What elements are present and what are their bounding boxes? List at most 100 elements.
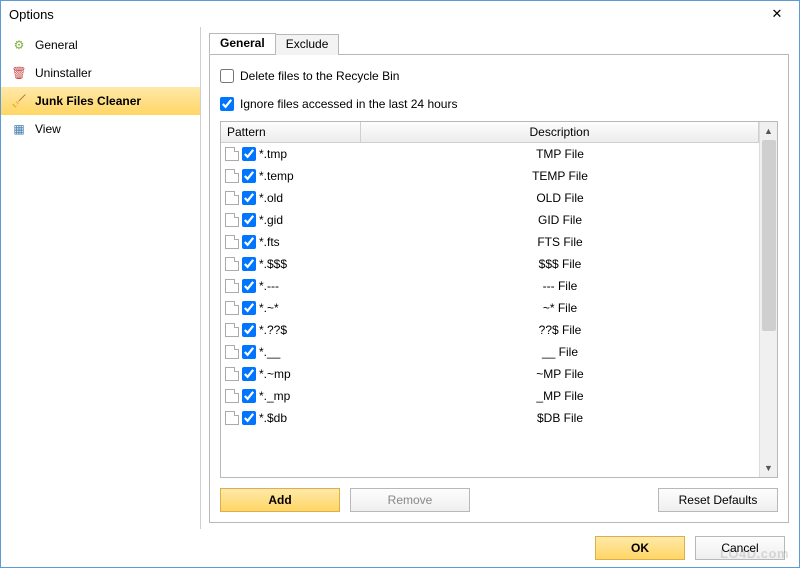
cell-description: GID File bbox=[361, 213, 759, 227]
cancel-button[interactable]: Cancel bbox=[695, 536, 785, 560]
pattern-text: *.--- bbox=[259, 279, 279, 293]
row-checkbox[interactable] bbox=[242, 301, 256, 315]
row-checkbox[interactable] bbox=[242, 191, 256, 205]
cell-pattern: *.__ bbox=[221, 345, 361, 359]
sidebar-item-label: General bbox=[35, 38, 78, 52]
reset-defaults-button[interactable]: Reset Defaults bbox=[658, 488, 778, 512]
cell-description: TMP File bbox=[361, 147, 759, 161]
junk-files-cleaner-icon: 🧹 bbox=[11, 93, 27, 109]
table-row[interactable]: *._mp_MP File bbox=[221, 385, 759, 407]
row-checkbox[interactable] bbox=[242, 345, 256, 359]
file-icon bbox=[225, 301, 239, 315]
cell-pattern: *._mp bbox=[221, 389, 361, 403]
row-checkbox[interactable] bbox=[242, 169, 256, 183]
table-row[interactable]: *.gid GID File bbox=[221, 209, 759, 231]
spacer bbox=[480, 488, 648, 512]
sidebar-item-uninstaller[interactable]: 🗑Uninstaller bbox=[1, 59, 200, 87]
row-checkbox[interactable] bbox=[242, 411, 256, 425]
table-row[interactable]: *.--- --- File bbox=[221, 275, 759, 297]
sidebar: ⚙General🗑Uninstaller 🧹 Junk Files Cleaner ▦… bbox=[1, 27, 201, 529]
tab-exclude[interactable]: Exclude bbox=[275, 34, 340, 55]
scroll-track[interactable] bbox=[760, 140, 777, 459]
sidebar-item-junk-files-cleaner[interactable]: 🧹 Junk Files Cleaner bbox=[1, 87, 200, 115]
option-delete-recycle[interactable]: Delete files to the Recycle Bin bbox=[220, 69, 778, 83]
column-header-pattern[interactable]: Pattern bbox=[221, 122, 361, 142]
pattern-text: *.fts bbox=[259, 235, 280, 249]
cell-pattern: *.old bbox=[221, 191, 361, 205]
pattern-text: *.old bbox=[259, 191, 283, 205]
sidebar-item-view[interactable]: ▦View bbox=[1, 115, 200, 143]
cell-description: _MP File bbox=[361, 389, 759, 403]
pattern-list: Pattern Description *.tmp TMP File *.temp T… bbox=[220, 121, 778, 478]
row-checkbox[interactable] bbox=[242, 147, 256, 161]
ok-button[interactable]: OK bbox=[595, 536, 685, 560]
file-icon bbox=[225, 235, 239, 249]
row-checkbox[interactable] bbox=[242, 235, 256, 249]
cell-description: $$$ File bbox=[361, 257, 759, 271]
file-icon bbox=[225, 389, 239, 403]
close-icon: ✕ bbox=[772, 6, 783, 22]
label-delete-recycle: Delete files to the Recycle Bin bbox=[240, 69, 399, 83]
row-checkbox[interactable] bbox=[242, 389, 256, 403]
table-row[interactable]: *.temp TEMP File bbox=[221, 165, 759, 187]
dialog-footer: OK Cancel bbox=[1, 529, 799, 567]
pattern-text: *.tmp bbox=[259, 147, 287, 161]
close-button[interactable]: ✕ bbox=[755, 1, 799, 27]
scroll-thumb[interactable] bbox=[762, 140, 776, 331]
table-row[interactable]: *.??$ ??$ File bbox=[221, 319, 759, 341]
option-ignore-recent[interactable]: Ignore files accessed in the last 24 hou… bbox=[220, 97, 778, 111]
cell-pattern: *.temp bbox=[221, 169, 361, 183]
sidebar-item-label: Uninstaller bbox=[35, 66, 92, 80]
file-icon bbox=[225, 367, 239, 381]
scroll-down-icon[interactable]: ▼ bbox=[760, 459, 777, 477]
file-icon bbox=[225, 169, 239, 183]
checkbox-delete-recycle[interactable] bbox=[220, 69, 234, 83]
vertical-scrollbar[interactable]: ▲ ▼ bbox=[759, 122, 777, 477]
sidebar-item-label: Junk Files Cleaner bbox=[35, 94, 141, 108]
row-checkbox[interactable] bbox=[242, 323, 256, 337]
cell-description: ??$ File bbox=[361, 323, 759, 337]
tab-general[interactable]: General bbox=[209, 33, 276, 54]
cell-description: __ File bbox=[361, 345, 759, 359]
pattern-text: *.temp bbox=[259, 169, 294, 183]
file-icon bbox=[225, 345, 239, 359]
pattern-text: *.gid bbox=[259, 213, 283, 227]
cell-pattern: *.tmp bbox=[221, 147, 361, 161]
add-button[interactable]: Add bbox=[220, 488, 340, 512]
window-title: Options bbox=[9, 7, 54, 22]
cell-description: --- File bbox=[361, 279, 759, 293]
table-row[interactable]: *.$$$ $$$ File bbox=[221, 253, 759, 275]
checkbox-ignore-recent[interactable] bbox=[220, 97, 234, 111]
row-checkbox[interactable] bbox=[242, 367, 256, 381]
titlebar: Options ✕ bbox=[1, 1, 799, 27]
sidebar-item-label: View bbox=[35, 122, 61, 136]
table-row[interactable]: *.~*~* File bbox=[221, 297, 759, 319]
file-icon bbox=[225, 257, 239, 271]
pattern-text: *.$db bbox=[259, 411, 287, 425]
cell-description: ~MP File bbox=[361, 367, 759, 381]
table-row[interactable]: *.____ File bbox=[221, 341, 759, 363]
pattern-text: *.$$$ bbox=[259, 257, 287, 271]
file-icon bbox=[225, 191, 239, 205]
table-row[interactable]: *.oldOLD File bbox=[221, 187, 759, 209]
sidebar-item-general[interactable]: ⚙General bbox=[1, 31, 200, 59]
file-icon bbox=[225, 147, 239, 161]
scroll-up-icon[interactable]: ▲ bbox=[760, 122, 777, 140]
row-checkbox[interactable] bbox=[242, 257, 256, 271]
file-icon bbox=[225, 279, 239, 293]
pattern-text: *.??$ bbox=[259, 323, 287, 337]
cell-pattern: *.--- bbox=[221, 279, 361, 293]
file-icon bbox=[225, 213, 239, 227]
table-row[interactable]: *.fts FTS File bbox=[221, 231, 759, 253]
options-window: Options ✕ ⚙General🗑Uninstaller 🧹 Junk File… bbox=[0, 0, 800, 568]
column-header-description[interactable]: Description bbox=[361, 122, 759, 142]
table-row[interactable]: *.tmp TMP File bbox=[221, 143, 759, 165]
cell-description: TEMP File bbox=[361, 169, 759, 183]
table-row[interactable]: *.~mp ~MP File bbox=[221, 363, 759, 385]
cell-description: FTS File bbox=[361, 235, 759, 249]
row-checkbox[interactable] bbox=[242, 213, 256, 227]
remove-button[interactable]: Remove bbox=[350, 488, 470, 512]
pattern-text: *.~mp bbox=[259, 367, 291, 381]
row-checkbox[interactable] bbox=[242, 279, 256, 293]
table-row[interactable]: *.$db$DB File bbox=[221, 407, 759, 429]
